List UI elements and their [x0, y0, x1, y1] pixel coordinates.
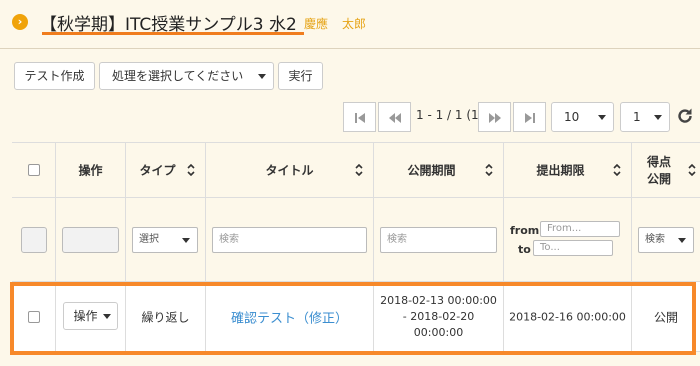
sort-icon: [613, 164, 621, 176]
rewind-icon: [388, 113, 401, 123]
filter-score-cell: 検索: [631, 198, 700, 281]
type-filter-select[interactable]: 選択: [132, 227, 198, 253]
filter-deadline-cell: from From... to To...: [503, 198, 631, 281]
previous-page-button[interactable]: [378, 102, 411, 132]
filter-type-cell: 選択: [125, 198, 205, 281]
action-select-value: 処理を選択してください: [112, 69, 244, 83]
header-deadline[interactable]: 提出期限: [503, 143, 631, 197]
header-divider: [0, 48, 700, 49]
table-header-row: 操作 タイプ タイトル 公開期間 提出期限 得点 公開: [12, 142, 700, 198]
select-all-checkbox[interactable]: [27, 164, 40, 176]
table-filter-row: 選択 検索 検索 from From... to To... 検索: [12, 198, 700, 282]
last-page-icon: [524, 113, 535, 123]
to-date-input[interactable]: To...: [533, 240, 613, 256]
filter-operation-placeholder: [62, 227, 119, 253]
chevron-down-icon: [654, 115, 662, 120]
page-number-select[interactable]: 1: [620, 102, 670, 132]
chevron-right-circle-icon: ›: [12, 14, 28, 30]
next-page-button[interactable]: [478, 102, 511, 132]
to-label: to: [518, 243, 531, 256]
pagination-summary: 1 - 1 / 1 (1): [416, 108, 484, 122]
fast-forward-icon: [488, 113, 501, 123]
period-search-input[interactable]: 検索: [380, 227, 497, 253]
chevron-down-icon: [182, 238, 190, 243]
type-filter-value: 選択: [139, 234, 159, 245]
first-page-icon: [354, 113, 365, 123]
row-highlight-frame: [10, 282, 696, 355]
execute-button[interactable]: 実行: [278, 62, 323, 90]
header-title-label: タイトル: [265, 163, 314, 178]
user-first-name: 太郎: [342, 17, 367, 31]
sort-icon: [187, 164, 195, 176]
header-publish-period-label: 公開期間: [407, 163, 456, 178]
create-test-button[interactable]: テスト作成: [14, 62, 95, 90]
refresh-button[interactable]: [676, 107, 694, 125]
header-type[interactable]: タイプ: [125, 143, 205, 197]
sort-icon: [355, 164, 363, 176]
page-size-select[interactable]: 10: [551, 102, 614, 132]
score-filter-select[interactable]: 検索: [638, 227, 694, 253]
filter-title-cell: 検索: [205, 198, 373, 281]
chevron-down-icon: [258, 74, 266, 79]
page-size-value: 10: [564, 110, 580, 124]
title-underline: [42, 32, 304, 35]
header-deadline-label: 提出期限: [536, 163, 585, 178]
refresh-icon: [678, 108, 692, 123]
header-select-all-cell: [12, 143, 55, 197]
header-score-publish-line1: 得点: [646, 155, 671, 169]
filter-select-cell: [12, 198, 55, 281]
header-operation: 操作: [55, 143, 125, 197]
header-score-publish-line2: 公開: [646, 172, 671, 186]
score-filter-value: 検索: [645, 234, 665, 245]
filter-operation-cell: [55, 198, 125, 281]
header-publish-period[interactable]: 公開期間: [373, 143, 503, 197]
sort-icon: [688, 164, 696, 176]
page-number-value: 1: [633, 110, 641, 124]
sort-icon: [485, 164, 493, 176]
filter-period-cell: 検索: [373, 198, 503, 281]
from-label: from: [510, 224, 540, 237]
first-page-button[interactable]: [343, 102, 376, 132]
last-page-button[interactable]: [513, 102, 546, 132]
header-type-label: タイプ: [139, 163, 176, 178]
user-last-name: 慶應: [304, 17, 329, 31]
header-title[interactable]: タイトル: [205, 143, 373, 197]
action-select[interactable]: 処理を選択してください: [99, 62, 274, 90]
header-operation-label: 操作: [78, 163, 103, 178]
chevron-down-icon: [678, 238, 686, 243]
title-search-input[interactable]: 検索: [212, 227, 367, 253]
filter-checkbox-placeholder: [21, 227, 47, 253]
from-date-input[interactable]: From...: [540, 221, 620, 237]
header-score-publish[interactable]: 得点 公開: [631, 143, 700, 197]
chevron-down-icon: [598, 115, 606, 120]
